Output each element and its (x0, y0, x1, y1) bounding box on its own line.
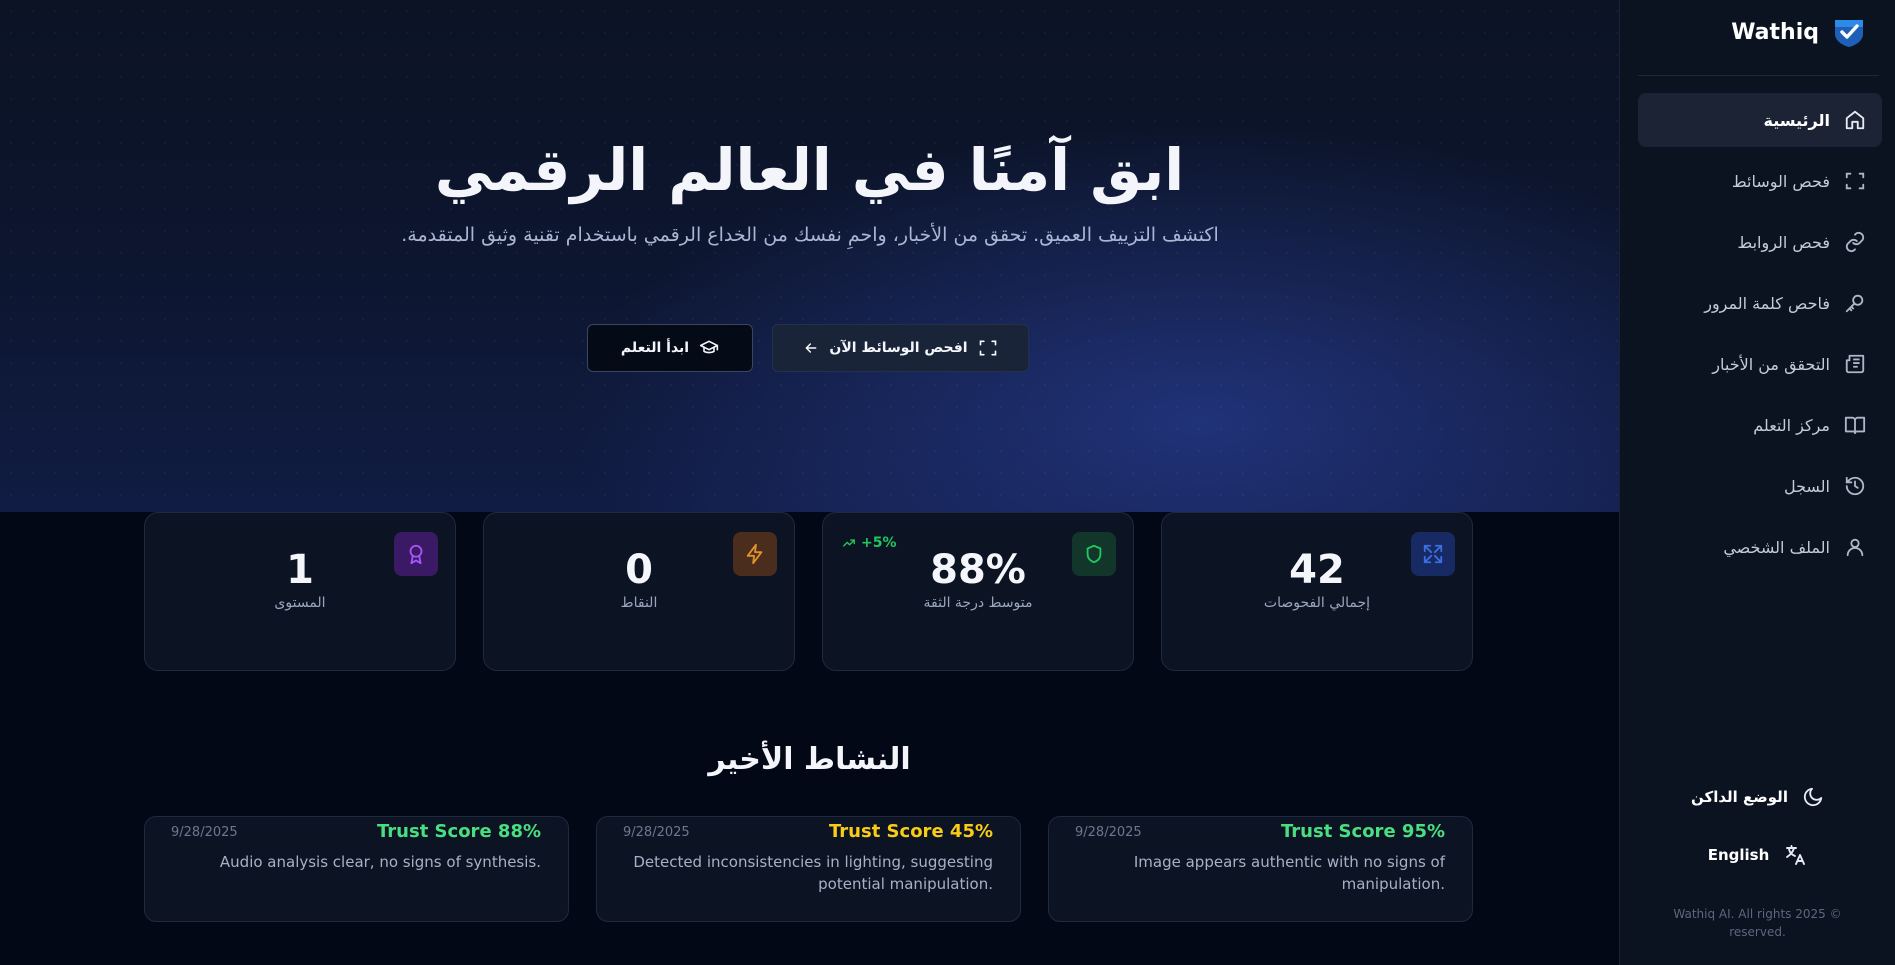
stat-value: 0 (625, 547, 653, 593)
key-icon (1845, 294, 1864, 313)
stat-card-avg-trust: +5% 88% متوسط درجة الثقة (822, 512, 1134, 671)
language-switch[interactable]: English (1620, 843, 1895, 867)
stat-card-points: 0 النقاط (483, 512, 795, 671)
sidebar-item-media-scan[interactable]: فحص الوسائط (1638, 154, 1882, 208)
stat-label: إجمالي الفحوصات (1263, 595, 1371, 611)
activity-card[interactable]: Trust Score 45% 9/28/2025 Detected incon… (596, 816, 1021, 922)
sidebar: Wathiq الرئيسية فحص الوسائط فحص الروابط … (1619, 0, 1895, 965)
activity-card[interactable]: Trust Score 95% 9/28/2025 Image appears … (1048, 816, 1473, 922)
hero-section: ابق آمنًا في العالم الرقمي اكتشف التزييف… (0, 0, 1619, 512)
hero-background-grid (0, 0, 1619, 512)
stat-card-total-scans: 42 إجمالي الفحوصات (1161, 512, 1473, 671)
activity-card[interactable]: Trust Score 88% 9/28/2025 Audio analysis… (144, 816, 569, 922)
trust-score: Trust Score 95% (1280, 821, 1445, 842)
trust-score: Trust Score 45% (828, 821, 993, 842)
stat-label: النقاط (620, 595, 658, 611)
language-label: English (1707, 846, 1770, 864)
activity-description: Image appears authentic with no signs of… (1133, 853, 1445, 893)
stat-card-level: 1 المستوى (144, 512, 456, 671)
history-icon (1845, 476, 1865, 496)
arrow-left-icon (806, 343, 817, 353)
newspaper-icon (1845, 354, 1865, 374)
main-content: ابق آمنًا في العالم الرقمي اكتشف التزييف… (0, 0, 1619, 965)
activity-description: Audio analysis clear, no signs of synthe… (219, 853, 541, 871)
scan-icon (979, 340, 996, 356)
activity-date: 9/28/2025 (623, 825, 690, 840)
stat-label: متوسط درجة الثقة (923, 595, 1033, 611)
sidebar-item-link-scan[interactable]: فحص الروابط (1638, 215, 1882, 269)
recent-activity-title: النشاط الأخير (708, 742, 911, 777)
copyright-text: Wathiq AI. All rights 2025 © reserved. (1673, 907, 1842, 939)
activity-date: 9/28/2025 (1075, 825, 1142, 840)
activity-description: Detected inconsistencies in lighting, su… (633, 853, 993, 893)
stat-value: 88% (930, 547, 1026, 593)
start-learning-button[interactable]: ابدأ التعلم (587, 324, 753, 372)
book-icon (1844, 416, 1866, 435)
translate-icon (1786, 845, 1806, 865)
home-icon (1845, 110, 1865, 130)
graduation-cap-icon (699, 340, 719, 354)
scan-media-now-label: افحص الوسائط الآن (829, 340, 968, 356)
sidebar-item-label: فحص الوسائط (1731, 171, 1830, 191)
start-learning-label: ابدأ التعلم (620, 340, 690, 356)
sidebar-divider (1638, 75, 1879, 76)
link-icon (1845, 231, 1865, 253)
sidebar-item-password-checker[interactable]: فاحص كلمة المرور (1638, 276, 1882, 330)
moon-icon (1803, 787, 1823, 807)
dark-mode-toggle[interactable]: الوضع الداكن (1620, 786, 1895, 808)
stat-value: 1 (286, 547, 314, 593)
brand-name: Wathiq (1731, 19, 1819, 45)
sidebar-item-history[interactable]: السجل (1638, 459, 1882, 513)
sidebar-item-label: مركز التعلم (1753, 415, 1830, 435)
sidebar-item-label: السجل (1783, 476, 1830, 496)
user-icon (1846, 538, 1864, 557)
trust-score: Trust Score 88% (376, 821, 541, 842)
sidebar-item-label: فاحص كلمة المرور (1704, 293, 1830, 313)
stat-value: 42 (1289, 547, 1345, 593)
hero-title: ابق آمنًا في العالم الرقمي (434, 136, 1185, 204)
sidebar-item-label: الملف الشخصي (1723, 537, 1830, 557)
sidebar-item-profile[interactable]: الملف الشخصي (1638, 520, 1882, 574)
scan-icon (1845, 172, 1865, 190)
dark-mode-label: الوضع الداكن (1691, 788, 1788, 806)
sidebar-item-learning-center[interactable]: مركز التعلم (1638, 398, 1882, 452)
brand[interactable]: Wathiq (1731, 16, 1865, 48)
shield-check-logo-icon (1835, 20, 1863, 47)
sidebar-item-label: الرئيسية (1763, 110, 1831, 130)
hero-subtitle: اكتشف التزييف العميق. تحقق من الأخبار، و… (401, 224, 1219, 246)
scan-media-now-button[interactable]: افحص الوسائط الآن (772, 324, 1029, 372)
sidebar-item-label: فحص الروابط (1737, 232, 1830, 252)
sidebar-item-label: التحقق من الأخبار (1712, 354, 1830, 374)
sidebar-item-news-verify[interactable]: التحقق من الأخبار (1638, 337, 1882, 391)
activity-date: 9/28/2025 (171, 825, 238, 840)
sidebar-item-home[interactable]: الرئيسية (1638, 93, 1882, 147)
stat-label: المستوى (274, 595, 326, 611)
